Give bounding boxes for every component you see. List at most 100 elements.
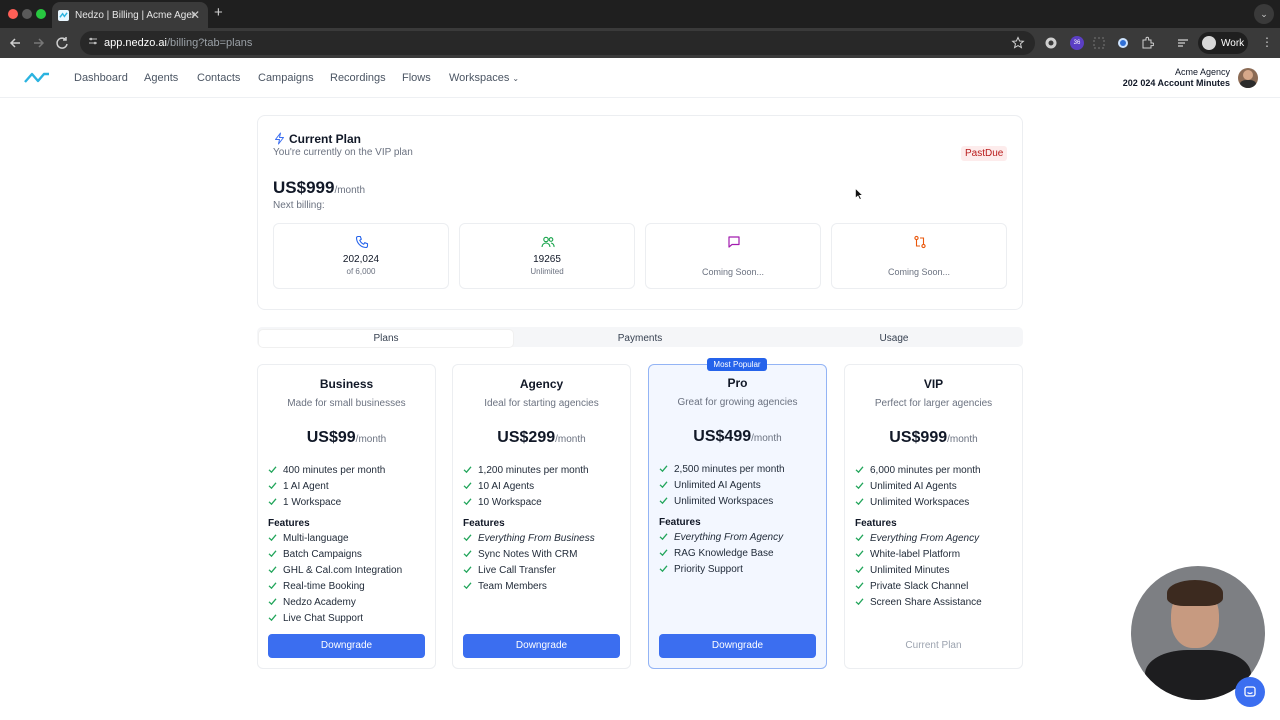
extension-circle-icon[interactable] (1116, 36, 1130, 50)
plan-limit-item: Unlimited AI Agents (659, 480, 761, 491)
nav-recordings[interactable]: Recordings (330, 72, 386, 84)
plan-limit-text: 1 Workspace (283, 497, 342, 508)
plan-limit-text: 6,000 minutes per month (870, 465, 981, 476)
profile-avatar (1202, 36, 1216, 50)
plan-feature-item: Nedzo Academy (268, 597, 356, 608)
nav-campaigns[interactable]: Campaigns (258, 72, 314, 84)
minimize-window-button[interactable] (22, 9, 32, 19)
current-plan-price: US$999/month (273, 178, 365, 198)
stat-card-contacts: 19265 Unlimited (459, 223, 635, 289)
nav-workspaces[interactable]: Workspaces ⌄ (449, 72, 519, 84)
check-icon (463, 466, 472, 474)
plan-description: Perfect for larger agencies (874, 398, 993, 409)
plan-limit-item: 6,000 minutes per month (855, 465, 981, 476)
nedzo-logo-icon[interactable] (24, 71, 50, 85)
nedzo-favicon-icon (58, 9, 69, 21)
nav-workspaces-label: Workspaces (449, 72, 510, 84)
user-avatar[interactable] (1238, 68, 1258, 88)
close-window-button[interactable] (8, 9, 18, 19)
browser-tab-active[interactable]: Nedzo | Billing | Acme Agency ✕ (52, 2, 208, 28)
current-plan-price-amount: US$999 (273, 178, 335, 197)
plan-price-period: /month (947, 434, 978, 445)
downgrade-button[interactable]: Downgrade (268, 634, 425, 658)
nav-flows[interactable]: Flows (402, 72, 431, 84)
plan-feature-item: Everything From Agency (659, 532, 783, 543)
plan-limit-item: Unlimited Workspaces (855, 497, 969, 508)
plan-feature-item: Live Chat Support (268, 613, 363, 624)
plan-feature-item: Sync Notes With CRM (463, 549, 577, 560)
plan-card-vip (844, 364, 1023, 669)
reading-list-icon[interactable] (1176, 36, 1190, 50)
plan-feature-item: Batch Campaigns (268, 549, 362, 560)
stat-card-minutes: 202,024 of 6,000 (273, 223, 449, 289)
check-icon (268, 598, 277, 606)
check-icon (659, 565, 668, 573)
downgrade-button[interactable]: Downgrade (463, 634, 620, 658)
check-icon (659, 497, 668, 505)
plan-feature-text: Live Chat Support (283, 613, 364, 624)
plan-feature-item: White-label Platform (855, 549, 960, 560)
check-icon (855, 566, 864, 574)
plan-limit-text: Unlimited Workspaces (674, 496, 774, 507)
plan-limit-text: 10 Workspace (478, 497, 542, 508)
plan-price-period: /month (751, 433, 782, 444)
features-heading: Features (659, 517, 701, 528)
plan-feature-text: Real-time Booking (283, 581, 365, 592)
tab-plans[interactable]: Plans (259, 330, 513, 347)
account-summary[interactable]: Acme Agency 202 024 Account Minutes (1123, 67, 1230, 89)
back-icon[interactable] (8, 35, 24, 51)
plan-feature-item: RAG Knowledge Base (659, 548, 774, 559)
tab-payments[interactable]: Payments (513, 330, 767, 347)
check-icon (855, 550, 864, 558)
new-tab-button[interactable]: + (214, 4, 223, 21)
browser-menu-icon[interactable]: ⋮ (1261, 35, 1275, 49)
check-icon (268, 482, 277, 490)
plan-limit-item: 400 minutes per month (268, 465, 385, 476)
plan-feature-item: Multi-language (268, 533, 349, 544)
chevron-down-icon: ⌄ (512, 74, 520, 83)
plan-price: US$99/month (257, 429, 436, 447)
plan-feature-item: Everything From Business (463, 533, 595, 544)
chat-icon (1244, 686, 1256, 697)
plan-card-agency (452, 364, 631, 669)
plan-limit-item: 1 AI Agent (268, 481, 329, 492)
profile-button[interactable]: Work (1198, 32, 1248, 54)
close-tab-icon[interactable]: ✕ (190, 8, 200, 22)
extensions-puzzle-icon[interactable] (1140, 36, 1154, 50)
nav-contacts[interactable]: Contacts (197, 72, 240, 84)
check-icon (659, 533, 668, 541)
plan-feature-text: Everything From Business (478, 533, 595, 544)
mouse-cursor-icon (855, 188, 863, 200)
plan-limit-text: 2,500 minutes per month (674, 464, 785, 475)
nav-agents[interactable]: Agents (144, 72, 178, 84)
reload-icon[interactable] (54, 35, 70, 51)
plan-feature-text: Multi-language (283, 533, 349, 544)
plan-feature-text: GHL & Cal.com Integration (283, 565, 403, 576)
downgrade-button[interactable]: Downgrade (659, 634, 816, 658)
nav-dashboard[interactable]: Dashboard (74, 72, 128, 84)
extension-badge-icon[interactable]: 36 (1070, 36, 1084, 50)
check-icon (463, 482, 472, 490)
plan-price-amount: US$999 (889, 429, 948, 446)
features-heading: Features (268, 518, 310, 529)
extension-globe-icon[interactable] (1044, 36, 1058, 50)
plan-name: VIP (923, 377, 944, 391)
stat-card-flows: Coming Soon... (831, 223, 1007, 289)
site-settings-icon[interactable] (88, 36, 98, 46)
tab-search-icon[interactable]: ⌄ (1254, 4, 1274, 24)
tab-usage[interactable]: Usage (767, 330, 1021, 347)
status-badge: PastDue (961, 146, 1008, 161)
address-bar[interactable]: app.nedzo.ai/billing?tab=plans (80, 31, 1035, 55)
plan-feature-item: Priority Support (659, 564, 743, 575)
extension-dashed-icon[interactable] (1092, 36, 1106, 50)
maximize-window-button[interactable] (36, 9, 46, 19)
bookmark-star-icon[interactable] (1011, 36, 1025, 50)
current-plan-label: Current Plan (905, 640, 962, 651)
forward-icon[interactable] (30, 35, 46, 51)
plan-feature-item: GHL & Cal.com Integration (268, 565, 402, 576)
plan-price-period: /month (355, 434, 387, 445)
chat-support-button[interactable] (1235, 677, 1265, 707)
check-icon (268, 534, 277, 542)
plan-feature-text: Team Members (478, 581, 547, 592)
plan-feature-text: Batch Campaigns (283, 549, 362, 560)
